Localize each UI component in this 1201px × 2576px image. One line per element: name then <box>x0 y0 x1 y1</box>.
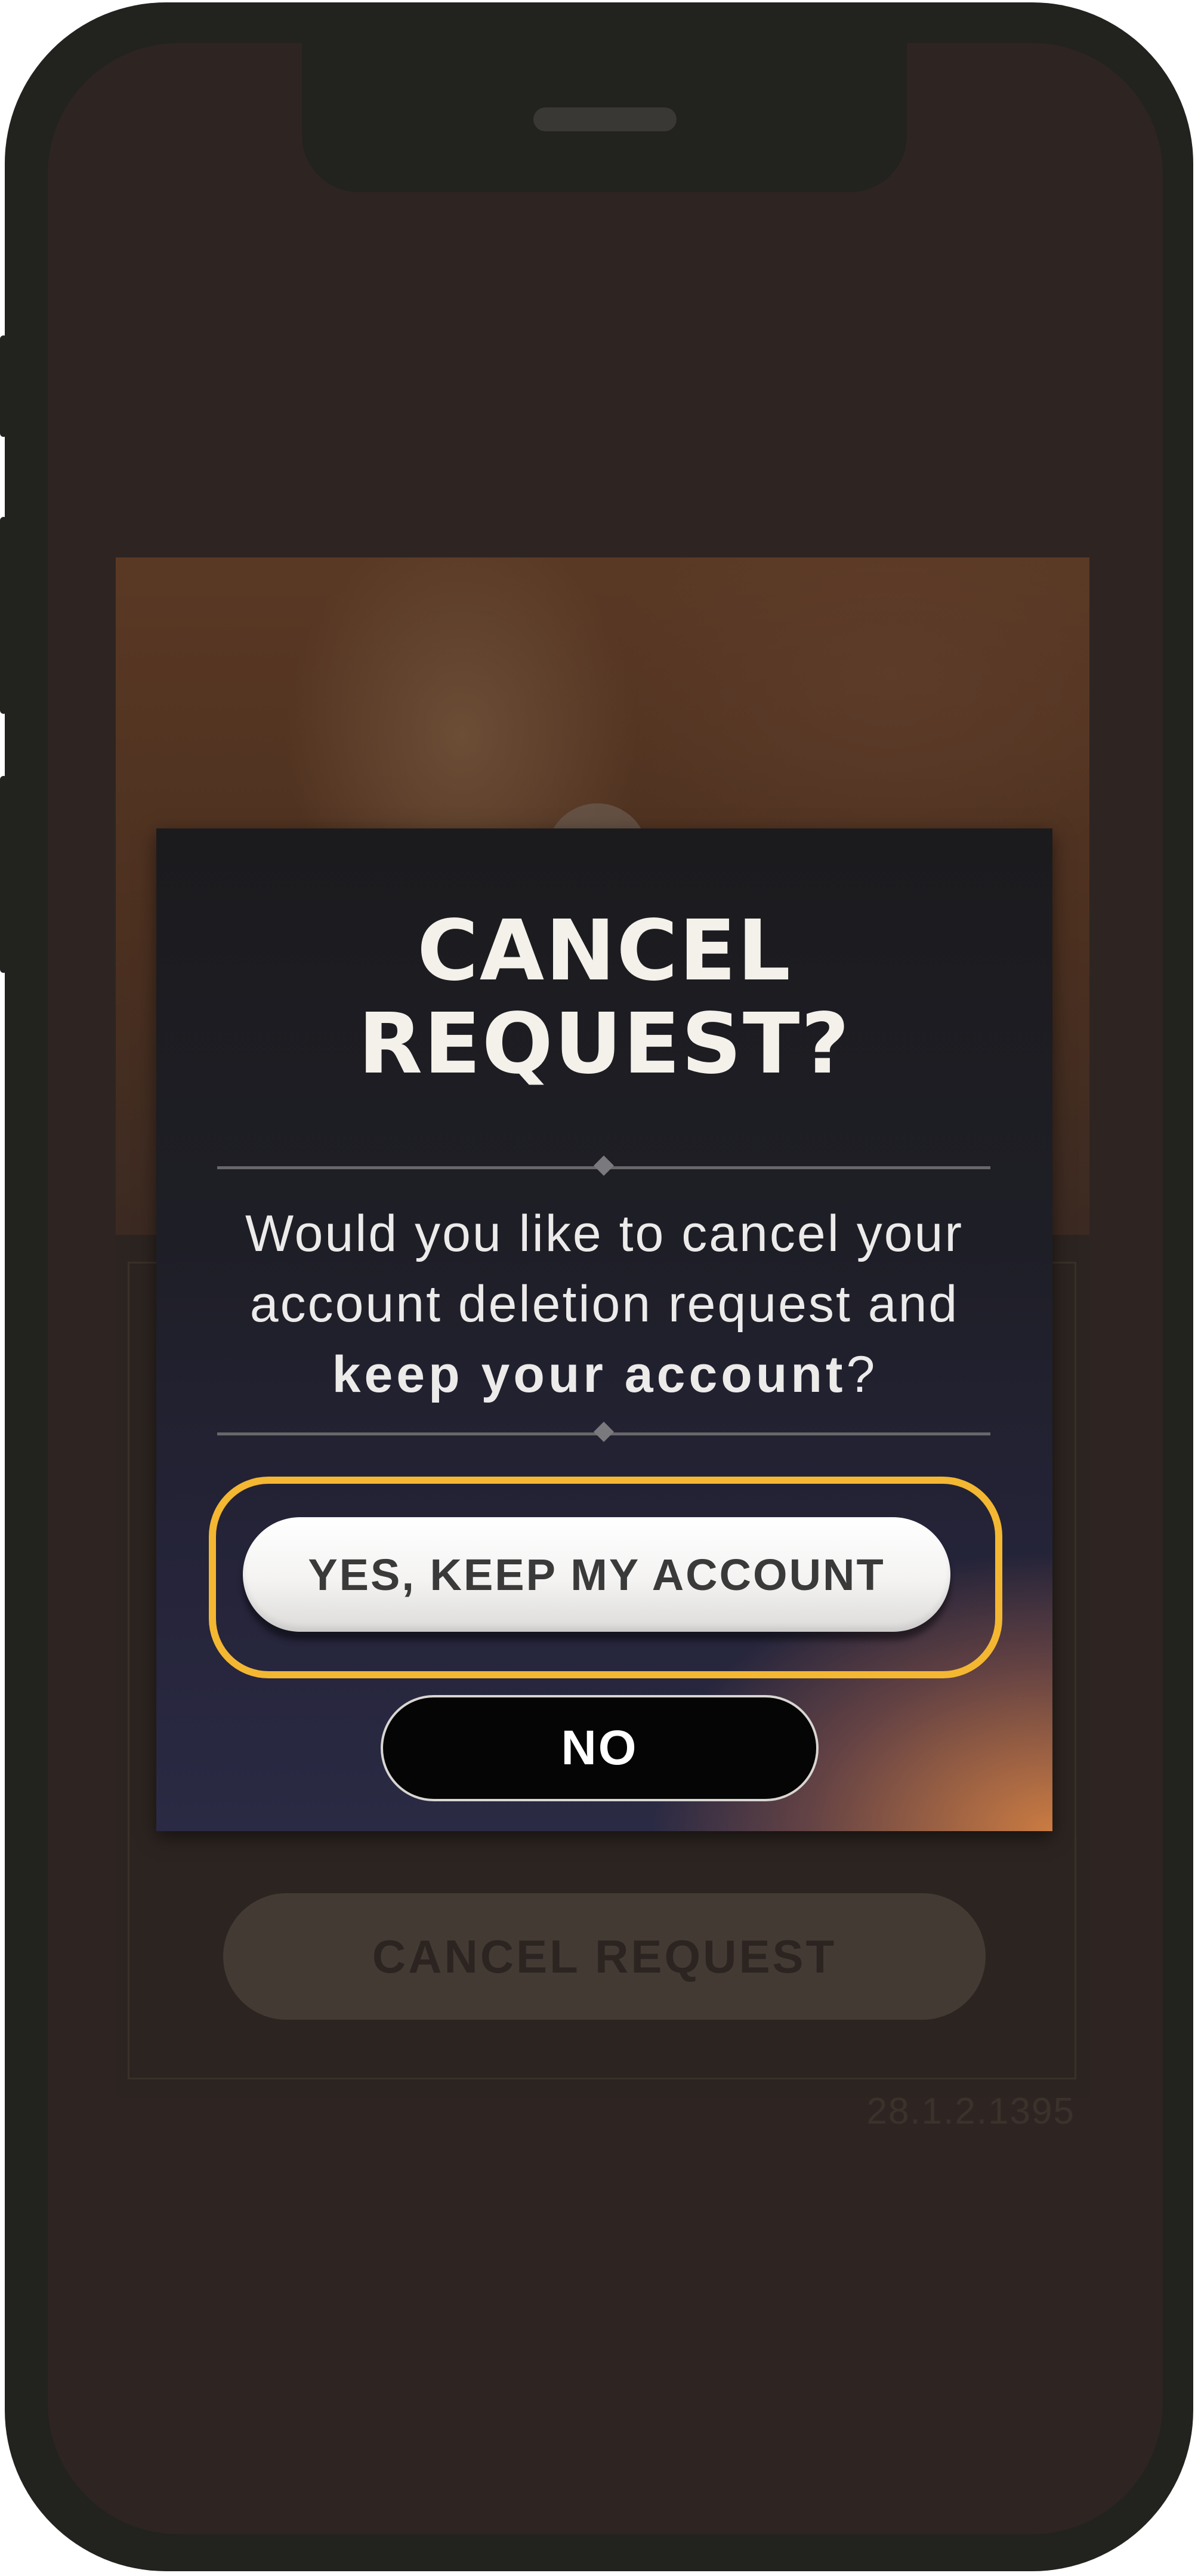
divider-diamond-icon <box>594 1155 614 1176</box>
dialog-message-suffix: ? <box>846 1346 877 1403</box>
dialog-message-line-3: keep your account? <box>192 1339 1017 1410</box>
dialog-message-line-1: Would you like to cancel your <box>245 1205 964 1262</box>
phone-frame: CANCEL REQUEST 28.1.2.1395 CANCEL REQUES… <box>0 2 1193 2571</box>
keep-account-button[interactable]: YES, KEEP MY ACCOUNT <box>243 1517 950 1632</box>
phone-volume-up-button <box>0 517 7 714</box>
phone-power-button <box>1186 630 1193 959</box>
dialog-message: Would you like to cancel your account de… <box>192 1198 1017 1410</box>
cancel-request-dialog: CANCEL REQUEST? Would you like to cancel… <box>156 828 1052 1831</box>
dialog-title-line-1: CANCEL <box>417 902 792 1000</box>
phone-side-button <box>0 335 7 437</box>
bottom-divider <box>217 1422 990 1442</box>
dialog-message-emphasis: keep your account <box>332 1346 847 1403</box>
phone-volume-down-button <box>0 776 7 973</box>
dialog-title: CANCEL REQUEST? <box>156 905 1052 1091</box>
divider-diamond-icon <box>594 1422 614 1442</box>
top-divider <box>217 1155 990 1176</box>
phone-notch <box>302 43 907 192</box>
version-label: 28.1.2.1395 <box>866 2091 1075 2132</box>
phone-screen: CANCEL REQUEST 28.1.2.1395 CANCEL REQUES… <box>48 43 1163 2534</box>
no-button[interactable]: NO <box>381 1695 819 1801</box>
speaker-grille <box>533 107 677 131</box>
dialog-message-line-2: account deletion request and <box>249 1275 959 1333</box>
dialog-title-line-2: REQUEST? <box>358 996 851 1093</box>
background-cancel-request-button: CANCEL REQUEST <box>223 1893 986 2020</box>
